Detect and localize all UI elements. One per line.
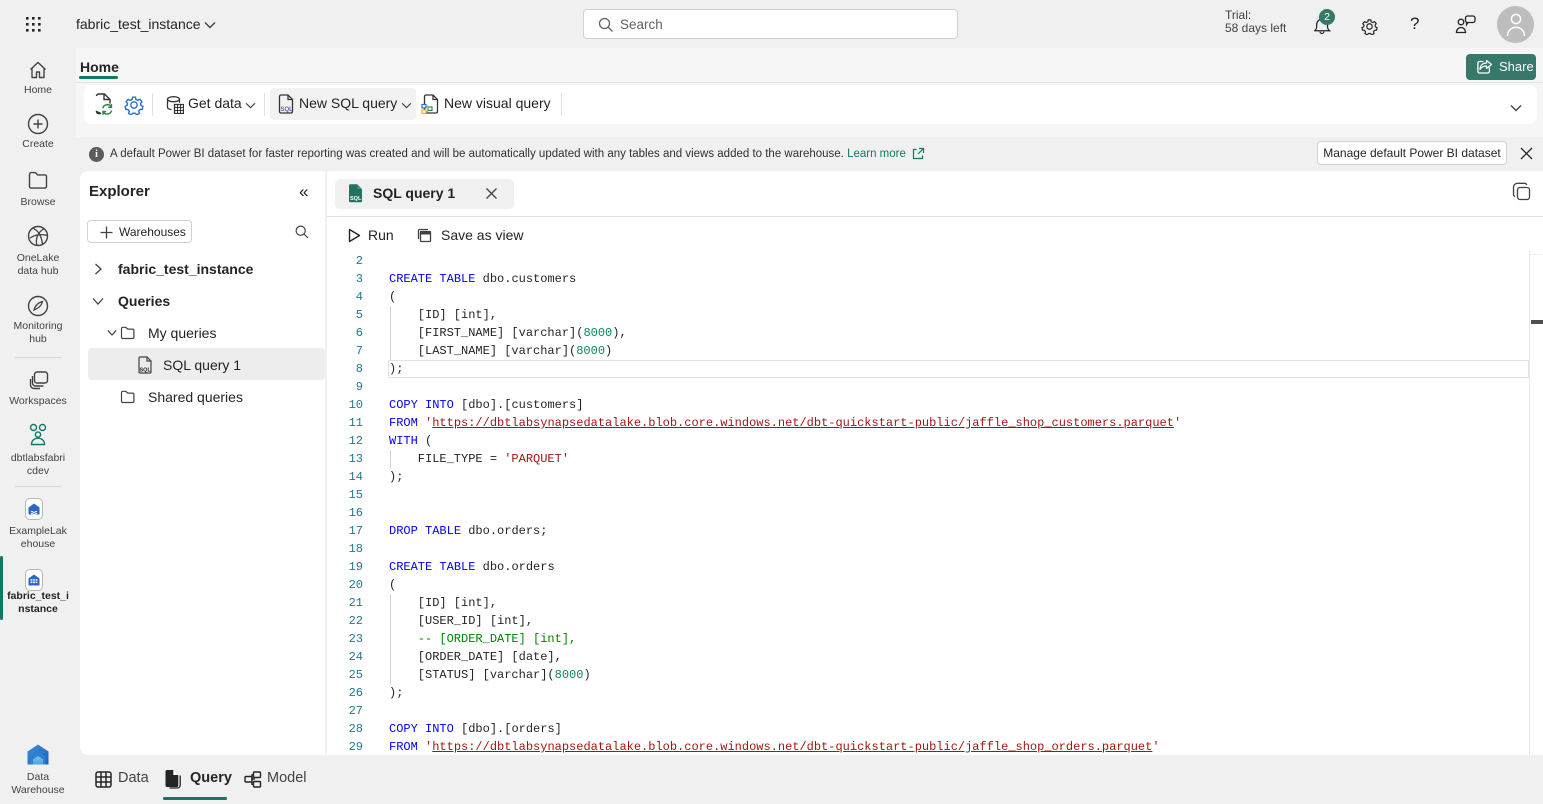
svg-text:SQL: SQL	[281, 107, 294, 113]
svg-text:SQL: SQL	[140, 368, 152, 374]
svg-text:SQL: SQL	[350, 196, 362, 202]
